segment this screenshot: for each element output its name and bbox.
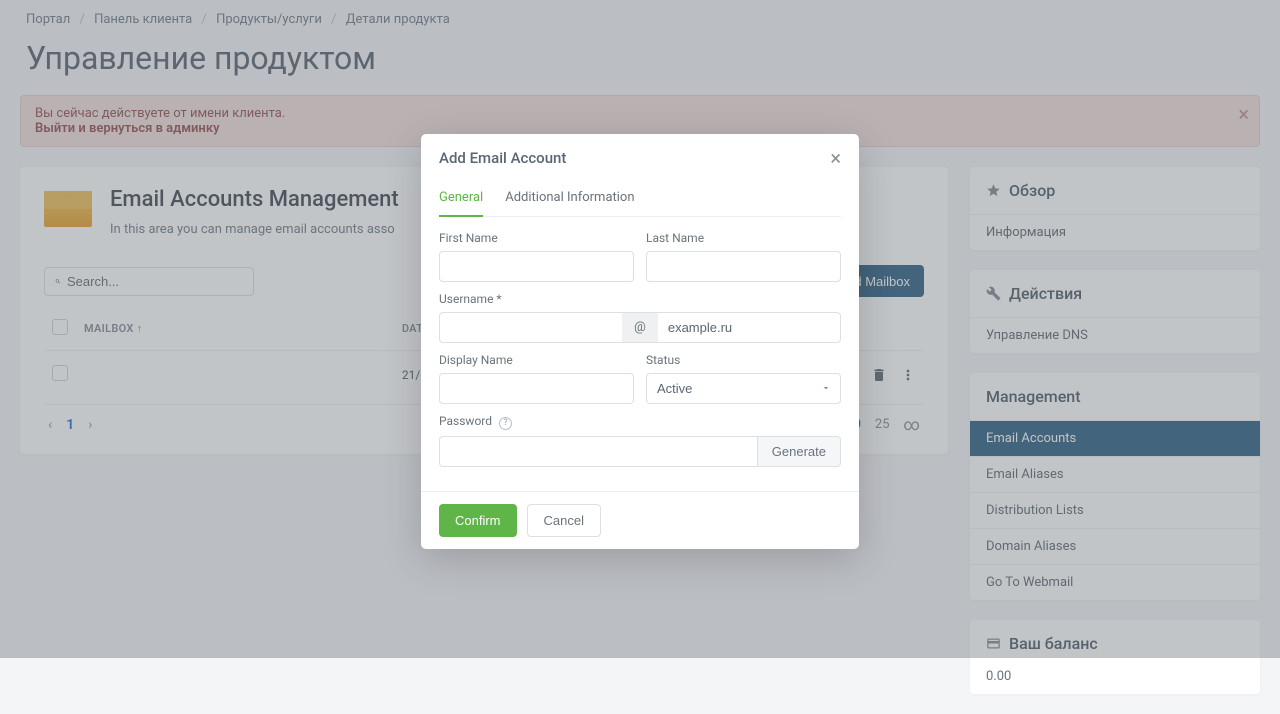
modal-close-icon[interactable]: × <box>830 146 841 170</box>
help-icon[interactable]: ? <box>499 417 512 430</box>
tab-general[interactable]: General <box>439 182 483 217</box>
status-select[interactable] <box>646 373 841 404</box>
label-status: Status <box>646 353 841 367</box>
generate-button[interactable]: Generate <box>757 436 841 467</box>
password-input[interactable] <box>439 436 757 467</box>
modal-title: Add Email Account <box>439 149 566 167</box>
label-last-name: Last Name <box>646 231 841 245</box>
at-addon: @ <box>622 312 658 343</box>
first-name-input[interactable] <box>439 251 634 282</box>
label-first-name: First Name <box>439 231 634 245</box>
domain-input[interactable] <box>658 312 841 343</box>
cancel-button[interactable]: Cancel <box>527 504 601 537</box>
label-username: Username * <box>439 292 841 306</box>
last-name-input[interactable] <box>646 251 841 282</box>
modal-overlay[interactable]: Add Email Account × General Additional I… <box>0 0 1280 658</box>
tab-additional[interactable]: Additional Information <box>505 182 634 217</box>
label-display-name: Display Name <box>439 353 634 367</box>
confirm-button[interactable]: Confirm <box>439 504 517 537</box>
label-password: Password ? <box>439 414 841 430</box>
display-name-input[interactable] <box>439 373 634 404</box>
balance-value: 0.00 <box>970 667 1260 694</box>
username-input[interactable] <box>439 312 622 343</box>
add-email-modal: Add Email Account × General Additional I… <box>421 134 859 549</box>
